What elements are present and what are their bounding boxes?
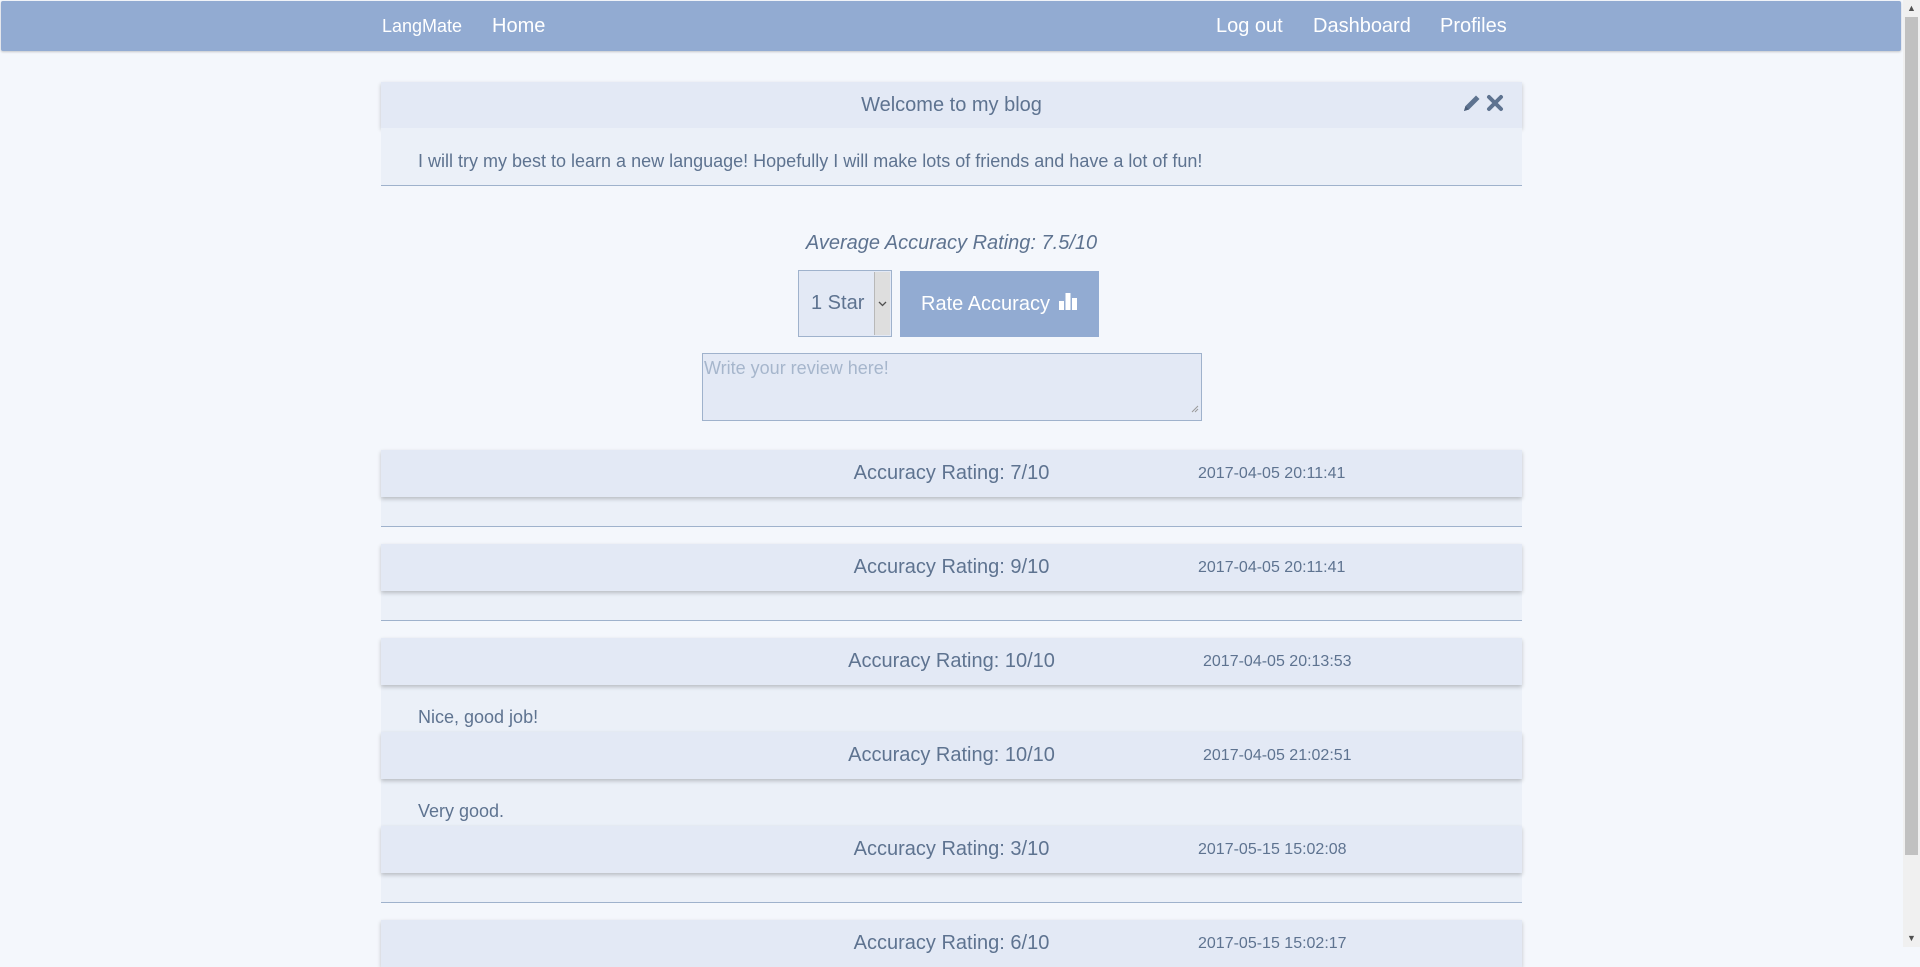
scroll-down-icon[interactable]: ▼ <box>1903 930 1920 947</box>
post-header: Welcome to my blog <box>381 82 1522 128</box>
page-scrollbar[interactable]: ▲ ▼ <box>1903 0 1920 947</box>
review-header: Accuracy Rating: 7/10 2017-04-05 20:11:4… <box>381 450 1522 497</box>
review-rating: Accuracy Rating: 6/10 <box>853 932 1050 954</box>
review-date: 2017-04-05 20:11:41 <box>1198 465 1346 482</box>
post-title: Welcome to my blog <box>861 94 1042 116</box>
review-header: Accuracy Rating: 9/10 2017-04-05 20:11:4… <box>381 544 1522 591</box>
review-rating: Accuracy Rating: 3/10 <box>853 838 1050 860</box>
post-body: I will try my best to learn a new langua… <box>381 128 1522 186</box>
review-header: Accuracy Rating: 10/10 2017-04-05 21:02:… <box>381 732 1522 779</box>
review-rating: Accuracy Rating: 9/10 <box>853 556 1050 578</box>
review-date: 2017-04-05 21:02:51 <box>1203 747 1352 764</box>
pencil-icon[interactable] <box>1462 93 1482 113</box>
review-date: 2017-05-15 15:02:08 <box>1198 841 1347 858</box>
post-text: I will try my best to learn a new langua… <box>418 151 1203 171</box>
review-date: 2017-05-15 15:02:17 <box>1198 935 1347 952</box>
top-navbar: LangMate Home Log out Dashboard Profiles <box>1 1 1901 51</box>
chevron-down-icon[interactable] <box>874 272 890 335</box>
review-header: Accuracy Rating: 10/10 2017-04-05 20:13:… <box>381 638 1522 685</box>
review-body <box>381 873 1522 903</box>
rate-accuracy-button[interactable]: Rate Accuracy <box>900 271 1099 337</box>
average-rating: Average Accuracy Rating: 7.5/10 <box>805 232 1098 254</box>
rate-button-label: Rate Accuracy <box>921 292 1050 315</box>
resize-grip-icon[interactable] <box>1191 400 1199 418</box>
bar-chart-icon <box>1058 291 1078 317</box>
review-header: Accuracy Rating: 6/10 2017-05-15 15:02:1… <box>381 920 1522 967</box>
review-date: 2017-04-05 20:13:53 <box>1203 653 1352 670</box>
review-header: Accuracy Rating: 3/10 2017-05-15 15:02:0… <box>381 826 1522 873</box>
review-body <box>381 497 1522 527</box>
nav-home-link[interactable]: Home <box>492 1 545 51</box>
brand-link[interactable]: LangMate <box>382 1 462 51</box>
review-textarea[interactable]: Write your review here! <box>702 353 1202 421</box>
close-icon[interactable] <box>1486 94 1504 112</box>
review-body <box>381 591 1522 621</box>
nav-profiles-link[interactable]: Profiles <box>1440 1 1507 51</box>
nav-logout-link[interactable]: Log out <box>1216 1 1283 51</box>
star-rating-select[interactable]: 1 Star <box>798 270 892 337</box>
review-placeholder: Write your review here! <box>704 358 889 378</box>
review-rating: Accuracy Rating: 7/10 <box>853 462 1050 484</box>
scroll-thumb[interactable] <box>1905 17 1918 855</box>
review-date: 2017-04-05 20:11:41 <box>1198 559 1346 576</box>
post-actions <box>1462 90 1504 116</box>
scroll-up-icon[interactable]: ▲ <box>1903 0 1920 17</box>
star-select-value: 1 Star <box>811 292 865 314</box>
nav-dashboard-link[interactable]: Dashboard <box>1313 1 1411 51</box>
